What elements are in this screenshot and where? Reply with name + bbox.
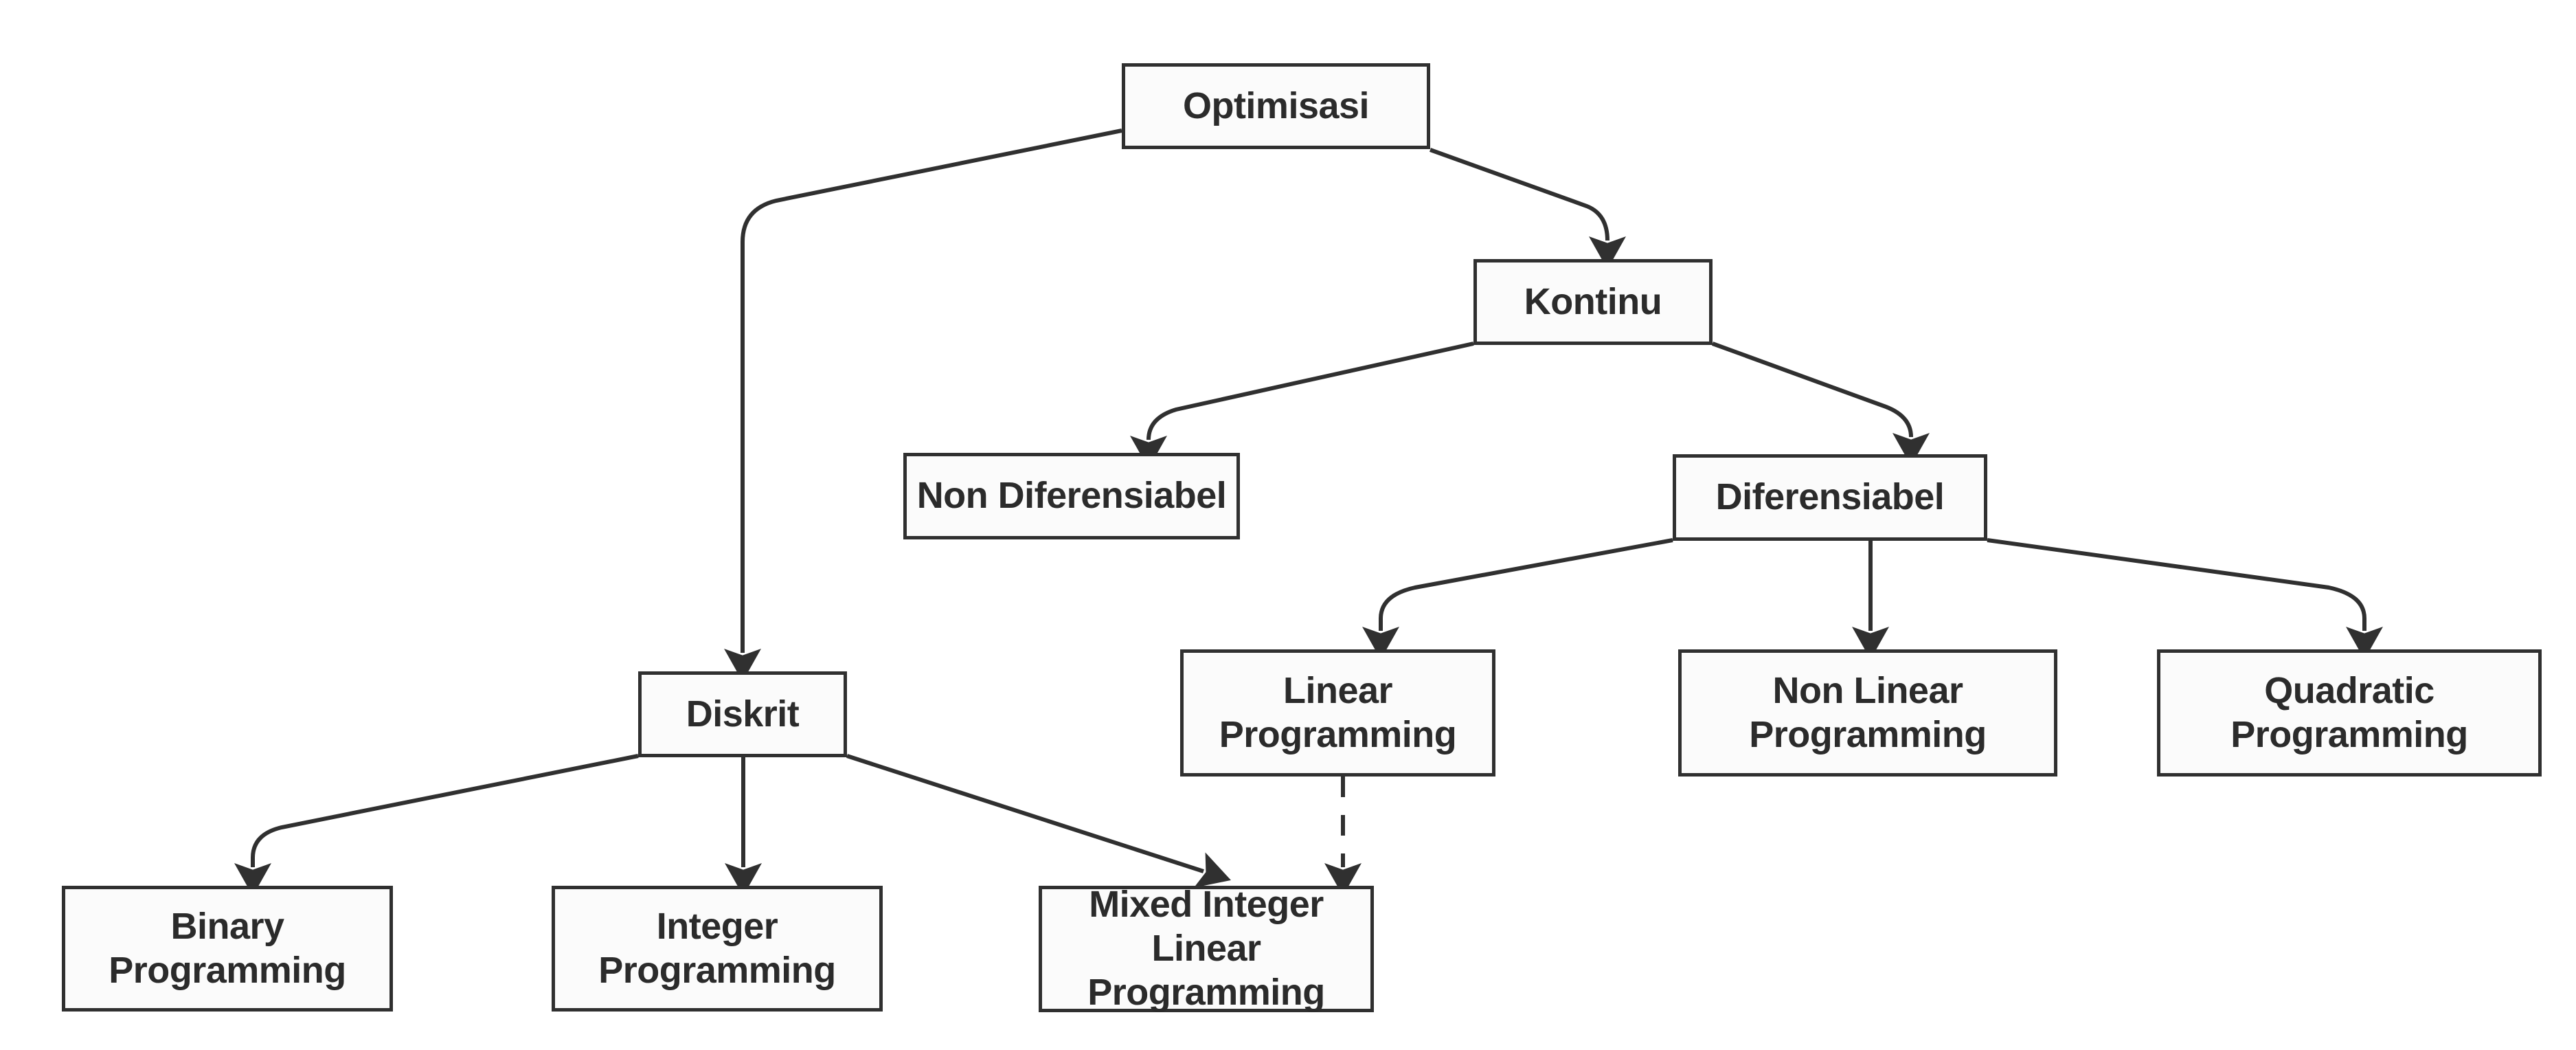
- node-optimisasi[interactable]: Optimisasi: [1122, 63, 1430, 149]
- node-diskrit-label: Diskrit: [686, 693, 800, 735]
- edge-kontinu-diferensiabel: [1711, 342, 1930, 466]
- node-optimisasi-label: Optimisasi: [1182, 85, 1370, 126]
- edge-kontinu-nondiferensiabel: [1130, 342, 1474, 469]
- node-diferensiabel-label: Diferensiabel: [1715, 476, 1945, 518]
- edge-optimisasi-kontinu: [1429, 148, 1626, 269]
- node-quadratic-programming[interactable]: Quadratic Programming: [2157, 649, 2542, 777]
- edge-diferensiabel-linearprogramming: [1362, 538, 1673, 660]
- node-non-linear-programming[interactable]: Non Linear Programming: [1678, 649, 2057, 777]
- node-mixed-integer-linear-programming-label: Mixed Integer Linear Programming: [1087, 884, 1325, 1013]
- node-quadratic-programming-label: Quadratic Programming: [2230, 669, 2468, 755]
- edge-diskrit-binaryprogramming: [234, 754, 639, 896]
- node-mixed-integer-linear-programming[interactable]: Mixed Integer Linear Programming: [1039, 884, 1374, 1013]
- edge-diferensiabel-quadraticprogramming: [1987, 538, 2383, 660]
- node-non-diferensiabel-label: Non Diferensiabel: [916, 475, 1227, 517]
- node-binary-programming-label: Binary Programming: [109, 905, 346, 991]
- node-integer-programming-label: Integer Programming: [598, 905, 836, 991]
- node-linear-programming[interactable]: Linear Programming: [1180, 649, 1495, 777]
- node-diferensiabel[interactable]: Diferensiabel: [1673, 454, 1987, 541]
- diagram-canvas: Optimisasi Kontinu Non Diferensiabel Dif…: [0, 0, 2576, 1050]
- node-diskrit[interactable]: Diskrit: [638, 671, 847, 757]
- node-integer-programming[interactable]: Integer Programming: [552, 886, 883, 1012]
- node-non-linear-programming-label: Non Linear Programming: [1749, 669, 1987, 755]
- edge-diskrit-mixedintegerlinearprogramming: [846, 754, 1231, 888]
- edge-optimisasi-diskrit: [724, 129, 1122, 682]
- node-binary-programming[interactable]: Binary Programming: [62, 886, 393, 1012]
- node-non-diferensiabel[interactable]: Non Diferensiabel: [903, 453, 1240, 539]
- node-linear-programming-label: Linear Programming: [1219, 669, 1457, 755]
- node-kontinu-label: Kontinu: [1524, 280, 1662, 322]
- node-kontinu[interactable]: Kontinu: [1473, 259, 1713, 345]
